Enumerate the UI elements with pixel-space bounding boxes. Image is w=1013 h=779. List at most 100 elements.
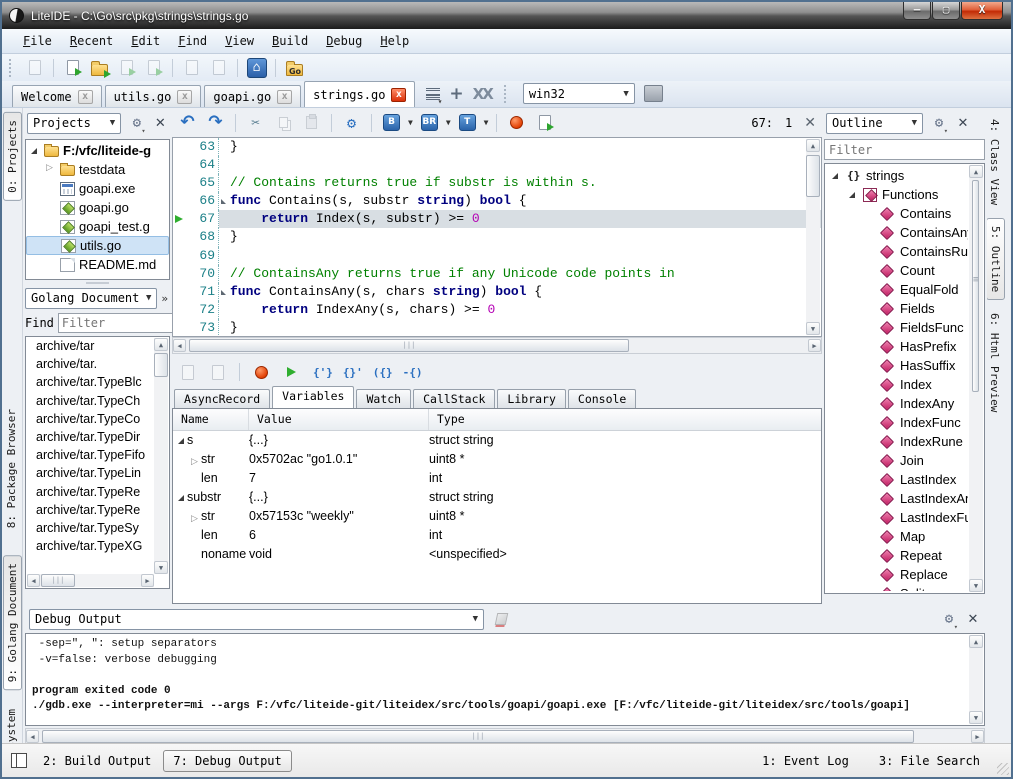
variable-row[interactable]: str 0x57153c "weekly" uint8 * [173, 507, 821, 526]
column-header-value[interactable]: Value [249, 409, 429, 430]
code-line[interactable]: 63 } [173, 138, 821, 156]
panel-close-icon[interactable]: ✕ [965, 613, 981, 626]
paste-button[interactable] [300, 111, 323, 134]
variable-row[interactable]: str 0x5702ac "go1.0.1" uint8 * [173, 450, 821, 469]
doc-browser-selector[interactable]: Golang Document▼ [25, 288, 157, 309]
import-button[interactable] [180, 56, 203, 79]
line-number[interactable]: 70 [187, 265, 219, 283]
tree-item[interactable]: README.md [26, 255, 169, 274]
tab-list-icon[interactable] [426, 88, 440, 100]
outline-item[interactable]: ContainsAny [827, 223, 968, 242]
code-line[interactable]: 67 return Index(s, substr) >= 0 [173, 210, 821, 228]
fold-marker-icon[interactable] [219, 138, 230, 156]
split-window-icon[interactable] [11, 753, 27, 768]
output-text[interactable]: -sep=", ": setup separators -v=false: ve… [25, 633, 985, 726]
fold-marker-icon[interactable] [219, 247, 230, 265]
build-settings-button[interactable]: ⚙ [340, 111, 363, 134]
package-list-vscrollbar[interactable]: ▲ ▼ [154, 338, 168, 574]
outline-item[interactable]: ContainsRun [827, 242, 968, 261]
variable-row[interactable]: s {...} struct string [173, 431, 821, 450]
new-tab-icon[interactable]: + [449, 87, 463, 101]
statusbar-toggle[interactable]: 1: Event Log [758, 751, 853, 771]
tab-close-icon[interactable]: x [391, 88, 406, 102]
window-titlebar[interactable]: LiteIDE - C:\Go\src\pkg\strings\strings.… [2, 2, 1011, 29]
outline-item[interactable]: HasPrefix [827, 337, 968, 356]
expander-icon[interactable] [865, 228, 875, 238]
save-file-button[interactable] [115, 56, 138, 79]
tab-close-icon[interactable]: x [277, 90, 292, 104]
statusbar-toggle[interactable]: 7: Debug Output [163, 750, 291, 772]
stop-button[interactable] [505, 111, 528, 134]
package-list-item[interactable]: archive/tar.TypeLin [28, 466, 154, 484]
scroll-up-icon[interactable]: ▲ [806, 139, 820, 152]
scroll-up-icon[interactable]: ▲ [969, 635, 983, 648]
chevron-down-icon[interactable]: ▼ [446, 118, 451, 127]
package-list-item[interactable]: archive/tar.TypeCo [28, 412, 154, 430]
expander-icon[interactable] [865, 570, 875, 580]
editor-hscrollbar[interactable]: ◀ ▶ [172, 337, 822, 354]
expander-icon[interactable] [191, 550, 201, 560]
scroll-down-icon[interactable]: ▼ [969, 711, 983, 724]
code-line[interactable]: 65 // Contains returns true if substr is… [173, 174, 821, 192]
expander-icon[interactable] [177, 436, 187, 446]
output-selector[interactable]: Debug Output▼ [29, 609, 484, 630]
expander-icon[interactable] [46, 222, 56, 232]
package-list-item[interactable]: archive/tar.TypeRe [28, 485, 154, 503]
outline-item[interactable]: IndexAny [827, 394, 968, 413]
fold-marker-icon[interactable] [219, 319, 230, 337]
expander-icon[interactable] [30, 146, 40, 156]
fold-marker-icon[interactable] [219, 192, 230, 210]
menu-item[interactable]: Find [169, 31, 216, 51]
line-number[interactable]: 67 [187, 210, 219, 228]
menu-item[interactable]: Help [371, 31, 418, 51]
expander-icon[interactable] [191, 512, 201, 522]
doc-tab[interactable]: utils.go x [105, 85, 202, 107]
step-button[interactable]: {'} [313, 367, 333, 378]
save-all-button[interactable] [142, 56, 165, 79]
gear-icon[interactable]: ⚙ [127, 115, 146, 131]
godoc-button[interactable]: Go [283, 56, 306, 79]
side-tab[interactable]: 6: Html Preview [986, 306, 1003, 419]
code-line[interactable]: 68 } [173, 228, 821, 246]
package-list-item[interactable]: archive/tar.TypeDir [28, 430, 154, 448]
code-line[interactable]: 71 func ContainsAny(s, chars string) boo… [173, 283, 821, 301]
variable-row[interactable]: noname void <unspecified> [173, 545, 821, 564]
open-file-button[interactable] [61, 56, 84, 79]
code-line[interactable]: 72 return IndexAny(s, chars) >= 0 [173, 301, 821, 319]
insert-breakpoint-button[interactable] [176, 361, 199, 384]
expander-icon[interactable] [865, 532, 875, 542]
expander-icon[interactable] [865, 304, 875, 314]
expander-icon[interactable] [865, 361, 875, 371]
outline-item[interactable]: FieldsFunc [827, 318, 968, 337]
outline-item[interactable]: Repeat [827, 546, 968, 565]
side-tab[interactable]: 5: Outline [986, 218, 1005, 300]
expander-icon[interactable] [865, 266, 875, 276]
remove-breakpoint-button[interactable] [206, 361, 229, 384]
fold-marker-icon[interactable] [219, 301, 230, 319]
tree-item[interactable]: goapi.go [26, 198, 169, 217]
step-button[interactable]: {}' [343, 367, 363, 378]
expander-icon[interactable] [46, 184, 56, 194]
export-button[interactable] [207, 56, 230, 79]
expander-icon[interactable] [865, 456, 875, 466]
clear-output-button[interactable] [490, 608, 513, 631]
line-number[interactable]: 65 [187, 174, 219, 192]
expander-icon[interactable] [865, 342, 875, 352]
panel-close-icon[interactable]: ✕ [153, 117, 168, 130]
build-button[interactable]: B [380, 111, 403, 134]
expander-icon[interactable] [865, 285, 875, 295]
menu-item[interactable]: Recent [61, 31, 122, 51]
outline-item[interactable]: Count [827, 261, 968, 280]
more-button[interactable]: » [159, 291, 170, 306]
line-number[interactable]: 66 [187, 192, 219, 210]
outline-item[interactable]: HasSuffix [827, 356, 968, 375]
outline-item[interactable]: Index [827, 375, 968, 394]
expander-icon[interactable] [46, 260, 56, 270]
expander-icon[interactable] [865, 380, 875, 390]
fold-marker-icon[interactable] [219, 228, 230, 246]
column-header-type[interactable]: Type [429, 409, 821, 430]
side-tab[interactable]: 9: Golang Document [3, 555, 22, 690]
line-number[interactable]: 63 [187, 138, 219, 156]
test-button[interactable]: T [456, 111, 479, 134]
outline-item[interactable]: LastIndex [827, 470, 968, 489]
